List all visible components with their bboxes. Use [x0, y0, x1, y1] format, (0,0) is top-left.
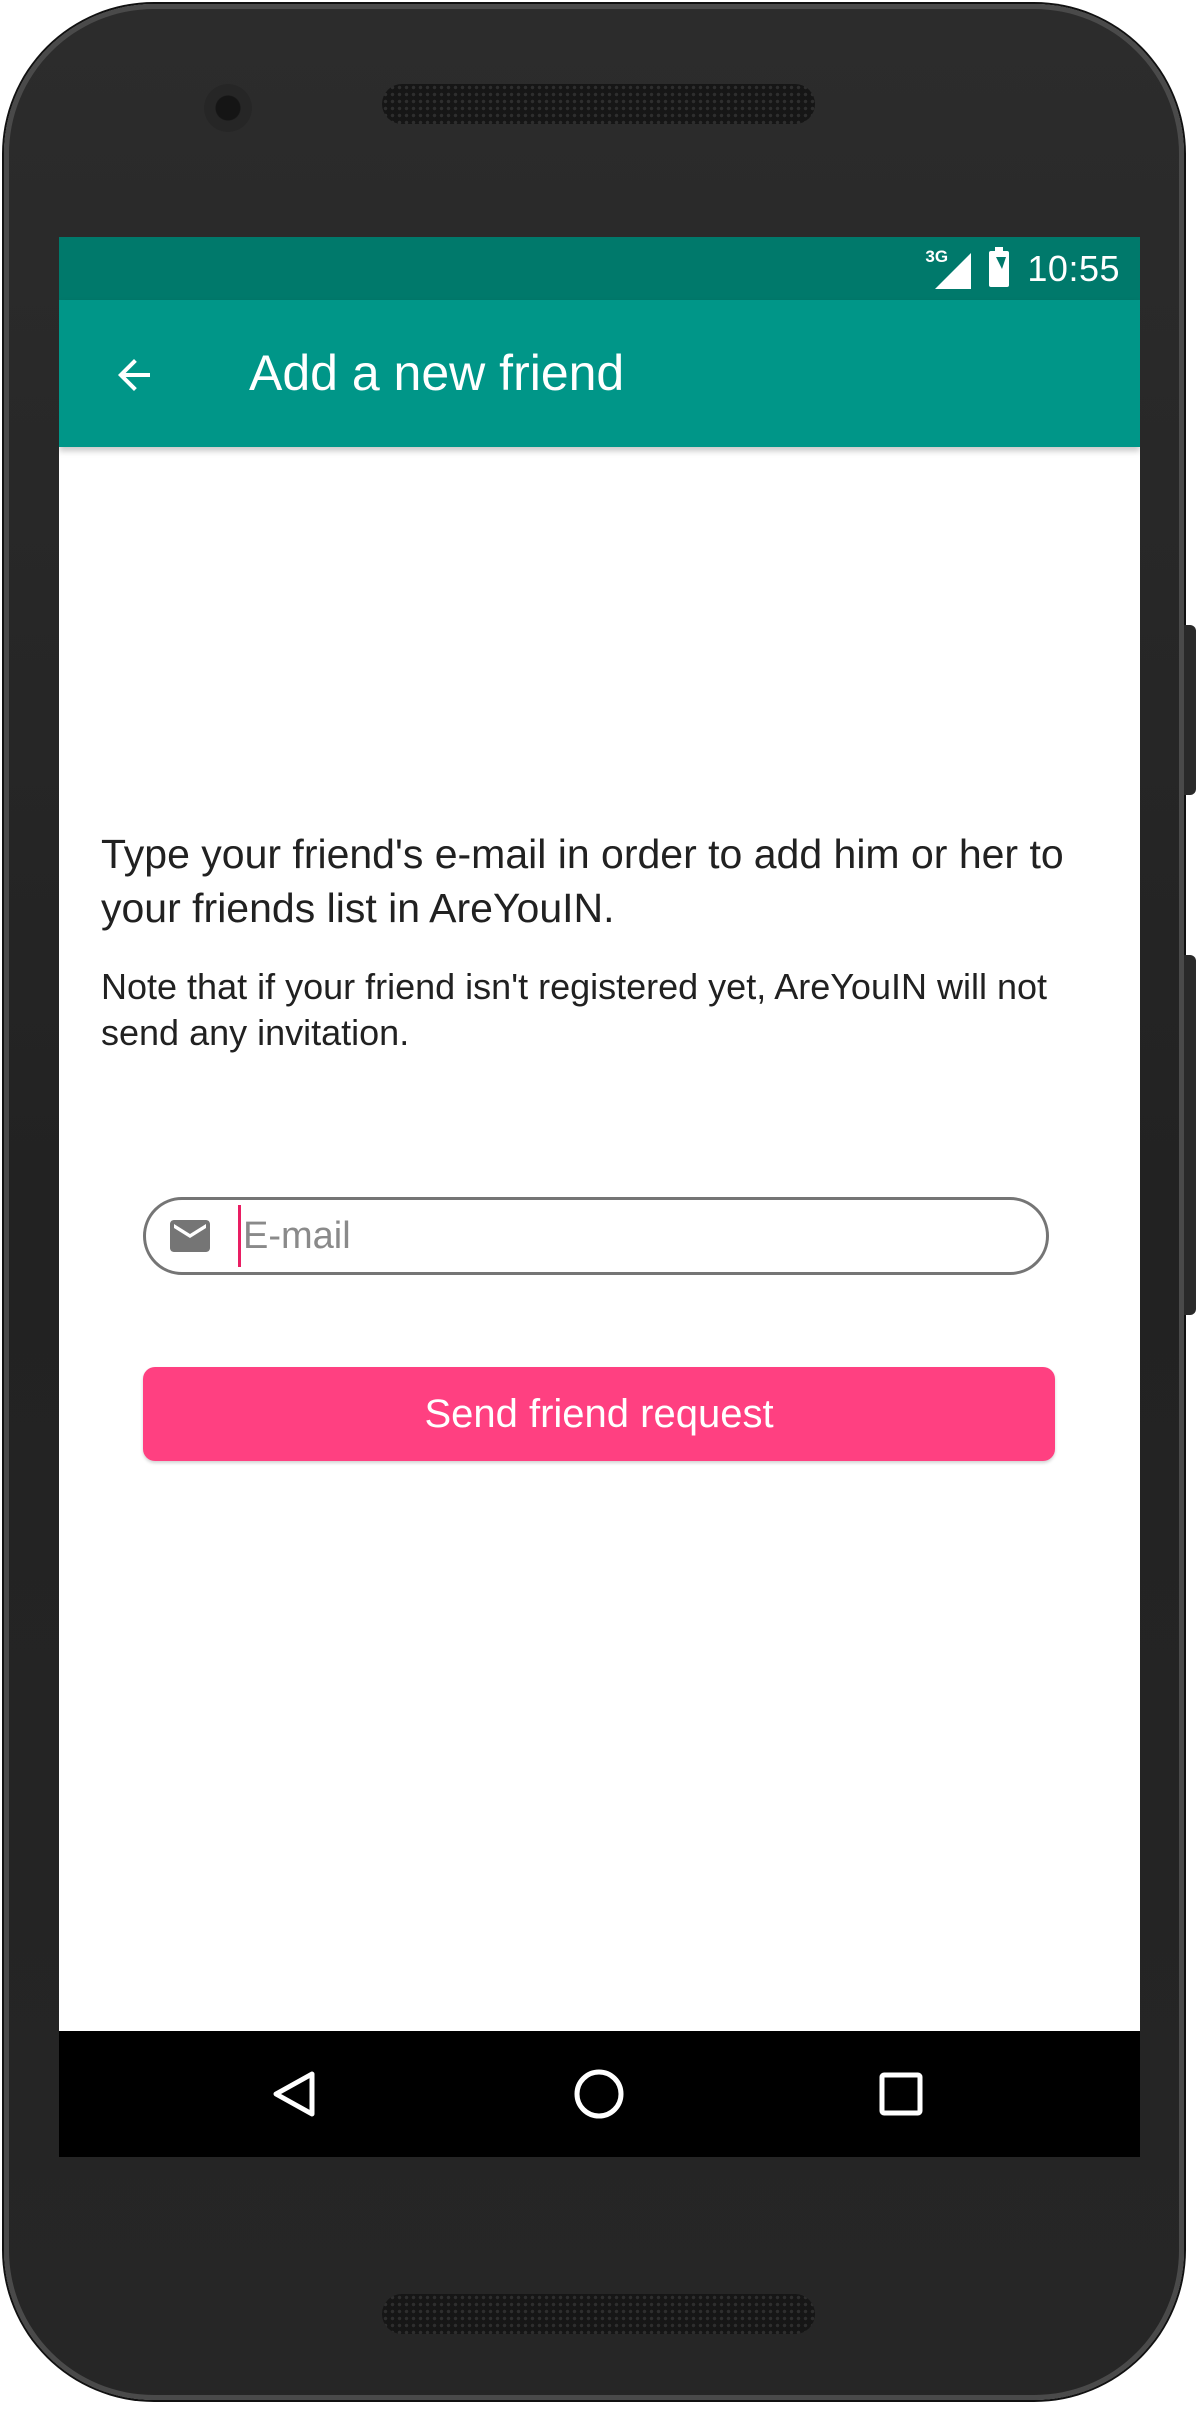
- status-icons: 3G 10:55: [925, 237, 1120, 300]
- arrow-left-icon: [118, 359, 150, 391]
- status-bar: 3G 10:55: [59, 237, 1140, 300]
- volume-button: [1184, 955, 1196, 1315]
- app-bar: Add a new friend: [59, 300, 1140, 447]
- status-clock: 10:55: [1027, 247, 1120, 289]
- intro-text: Type your friend's e-mail in order to ad…: [101, 831, 1064, 931]
- front-camera: [204, 84, 252, 132]
- nav-back-button[interactable]: [259, 2059, 329, 2129]
- email-field[interactable]: [143, 1197, 1049, 1275]
- note-text: Note that if your friend isn't registere…: [101, 966, 1048, 1053]
- back-button[interactable]: [99, 340, 169, 410]
- phone-frame: 3G 10:55 Add a new friend Type your frie…: [4, 4, 1184, 2400]
- screen: 3G 10:55 Add a new friend Type your frie…: [59, 237, 1140, 2157]
- nav-home-button[interactable]: [564, 2059, 634, 2129]
- triangle-back-icon: [273, 2071, 315, 2117]
- square-recents-icon: [879, 2072, 923, 2116]
- bottom-speaker: [382, 2294, 815, 2334]
- circle-home-icon: [574, 2069, 624, 2119]
- system-nav-bar: [59, 2031, 1140, 2157]
- battery-charging-icon: [989, 246, 1010, 287]
- envelope-icon: [170, 1220, 210, 1252]
- page-title: Add a new friend: [249, 345, 625, 401]
- power-button: [1184, 625, 1196, 795]
- network-indicator: 3G: [925, 247, 972, 289]
- send-friend-request-button[interactable]: Send friend request: [143, 1367, 1055, 1461]
- earpiece-speaker: [382, 84, 815, 124]
- cellular-signal-icon: [935, 252, 972, 289]
- email-input[interactable]: [238, 1205, 1046, 1267]
- nav-recents-button[interactable]: [866, 2059, 936, 2129]
